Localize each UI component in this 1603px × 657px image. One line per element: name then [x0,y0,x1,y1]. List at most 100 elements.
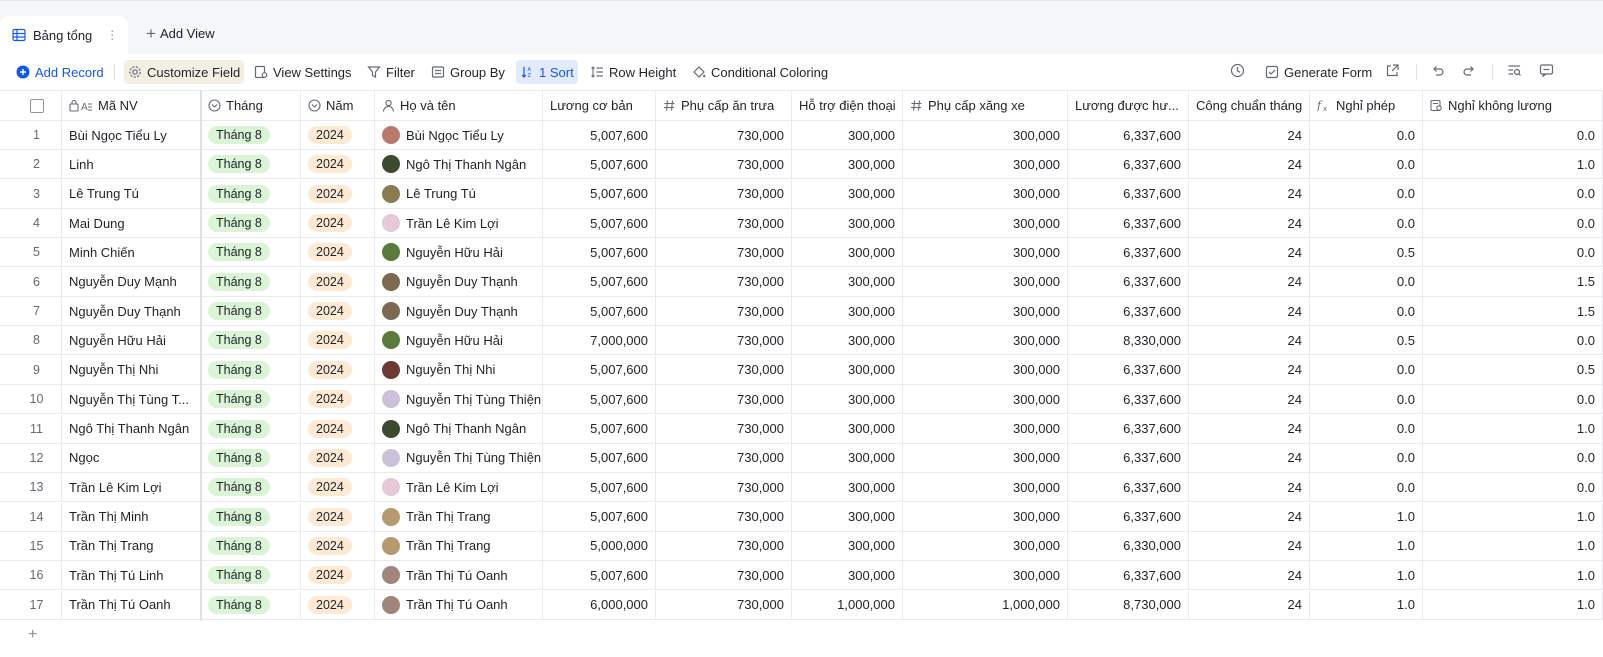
cell-cong_chuan[interactable]: 24 [1189,590,1310,619]
cell-ma_nv[interactable]: Minh Chiến [62,238,201,267]
cell-phu_cap_an[interactable]: 730,000 [656,326,792,355]
cell-ho_ten[interactable]: Nguyễn Thị Tùng Thiện [375,443,543,472]
cell-nghi_phep[interactable]: 0.0 [1310,473,1423,502]
cell-nam[interactable]: 2024 [301,473,375,502]
cell-luong_duoc[interactable]: 8,330,000 [1068,326,1189,355]
cell-luong_co_ban[interactable]: 5,007,600 [543,414,656,443]
cell-phu_cap_xang[interactable]: 300,000 [903,238,1068,267]
column-header-ho_tro_dt[interactable]: Hỗ trợ điện thoại [792,91,903,120]
cell-thang[interactable]: Tháng 8 [201,150,301,179]
cell-ma_nv[interactable]: Mai Dung [62,209,201,238]
cell-phu_cap_an[interactable]: 730,000 [656,590,792,619]
cell-phu_cap_xang[interactable]: 1,000,000 [903,590,1068,619]
search-records-button[interactable] [1507,61,1522,83]
cell-ma_nv[interactable]: Nguyễn Thị Tùng T... [62,385,201,414]
cell-thang[interactable]: Tháng 8 [201,326,301,355]
cell-phu_cap_xang[interactable]: 300,000 [903,326,1068,355]
cell-ma_nv[interactable]: Lê Trung Tú [62,179,201,208]
cell-ho_tro_dt[interactable]: 300,000 [792,502,903,531]
column-header-luong_co_ban[interactable]: Lương cơ bản [543,91,656,120]
cell-nam[interactable]: 2024 [301,150,375,179]
cell-phu_cap_an[interactable]: 730,000 [656,531,792,560]
cell-cong_chuan[interactable]: 24 [1189,443,1310,472]
cell-thang[interactable]: Tháng 8 [201,561,301,590]
cell-nghi_khong_luong[interactable]: 0.0 [1423,209,1603,238]
cell-thang[interactable]: Tháng 8 [201,443,301,472]
cell-nghi_phep[interactable]: 1.0 [1310,561,1423,590]
cell-nghi_khong_luong[interactable]: 1.0 [1423,561,1603,590]
cell-phu_cap_xang[interactable]: 300,000 [903,385,1068,414]
cell-luong_co_ban[interactable]: 5,007,600 [543,179,656,208]
cell-cong_chuan[interactable]: 24 [1189,473,1310,502]
cell-luong_co_ban[interactable]: 7,000,000 [543,326,656,355]
table-row[interactable]: 1 Bùi Ngọc Tiểu Ly Tháng 8 2024 Bùi Ngọc Tiể… [0,121,1603,150]
cell-luong_co_ban[interactable]: 5,007,600 [543,443,656,472]
cell-ho_ten[interactable]: Trần Lê Kim Lợi [375,473,543,502]
cell-luong_duoc[interactable]: 6,337,600 [1068,502,1189,531]
cell-luong_duoc[interactable]: 6,337,600 [1068,355,1189,384]
cell-nghi_khong_luong[interactable]: 1.5 [1423,267,1603,296]
cell-ma_nv[interactable]: Ngô Thị Thanh Ngân [62,414,201,443]
cell-ho_tro_dt[interactable]: 300,000 [792,531,903,560]
column-header-ma_nv[interactable]: A Mã NV [62,91,201,120]
cell-luong_co_ban[interactable]: 5,007,600 [543,473,656,502]
cell-phu_cap_an[interactable]: 730,000 [656,443,792,472]
generate-form-button[interactable]: Generate Form [1265,61,1372,83]
column-header-phu_cap_an[interactable]: Phụ cấp ăn trưa [656,91,792,120]
undo-button[interactable] [1430,61,1445,83]
cell-luong_co_ban[interactable]: 5,007,600 [543,297,656,326]
filter-button[interactable]: Filter [363,60,419,84]
cell-ma_nv[interactable]: Nguyễn Thị Nhi [62,355,201,384]
cell-nghi_khong_luong[interactable]: 1.5 [1423,297,1603,326]
cell-phu_cap_xang[interactable]: 300,000 [903,150,1068,179]
table-row[interactable]: 13 Trần Lê Kim Lợi Tháng 8 2024 Trần Lê Kim … [0,473,1603,503]
cell-phu_cap_an[interactable]: 730,000 [656,473,792,502]
cell-ho_ten[interactable]: Trần Thị Tú Oanh [375,590,543,619]
cell-thang[interactable]: Tháng 8 [201,238,301,267]
cell-luong_co_ban[interactable]: 5,007,600 [543,209,656,238]
column-header-thang[interactable]: Tháng [201,91,301,120]
cell-phu_cap_xang[interactable]: 300,000 [903,443,1068,472]
cell-luong_duoc[interactable]: 6,337,600 [1068,179,1189,208]
cell-phu_cap_xang[interactable]: 300,000 [903,209,1068,238]
cell-ho_tro_dt[interactable]: 300,000 [792,238,903,267]
cell-nam[interactable]: 2024 [301,385,375,414]
cell-ho_tro_dt[interactable]: 1,000,000 [792,590,903,619]
column-header-cong_chuan[interactable]: Công chuẩn tháng [1189,91,1310,120]
cell-ma_nv[interactable]: Nguyễn Duy Mạnh [62,267,201,296]
table-row[interactable]: 10 Nguyễn Thị Tùng T... Tháng 8 2024 Nguyễn … [0,385,1603,415]
cell-thang[interactable]: Tháng 8 [201,414,301,443]
cell-ho_tro_dt[interactable]: 300,000 [792,385,903,414]
cell-nghi_phep[interactable]: 0.0 [1310,150,1423,179]
cell-nghi_phep[interactable]: 0.0 [1310,355,1423,384]
cell-ho_ten[interactable]: Trần Thị Tú Oanh [375,561,543,590]
cell-nghi_phep[interactable]: 0.0 [1310,209,1423,238]
cell-nghi_phep[interactable]: 1.0 [1310,502,1423,531]
cell-ho_tro_dt[interactable]: 300,000 [792,297,903,326]
table-row[interactable]: 15 Trần Thị Trang Tháng 8 2024 Trần Thị Tran… [0,531,1603,561]
cell-nghi_khong_luong[interactable]: 0.0 [1423,179,1603,208]
cell-luong_co_ban[interactable]: 5,007,600 [543,502,656,531]
cell-phu_cap_an[interactable]: 730,000 [656,502,792,531]
cell-phu_cap_an[interactable]: 730,000 [656,267,792,296]
cell-ho_ten[interactable]: Nguyễn Duy Thạnh [375,297,543,326]
cell-cong_chuan[interactable]: 24 [1189,267,1310,296]
cell-ho_ten[interactable]: Bùi Ngọc Tiểu Ly [375,121,543,149]
tab-bang-tong[interactable]: Bảng tổng ⋮ [0,16,128,54]
cell-nam[interactable]: 2024 [301,443,375,472]
more-vertical-icon[interactable]: ⋮ [106,28,118,42]
cell-ma_nv[interactable]: Trần Thị Minh [62,502,201,531]
cell-nghi_phep[interactable]: 0.0 [1310,121,1423,149]
cell-thang[interactable]: Tháng 8 [201,590,301,619]
cell-ho_ten[interactable]: Ngô Thị Thanh Ngân [375,414,543,443]
history-button[interactable] [1230,61,1245,83]
cell-nam[interactable]: 2024 [301,179,375,208]
cell-ma_nv[interactable]: Trần Thị Trang [62,531,201,560]
table-row[interactable]: 5 Minh Chiến Tháng 8 2024 Nguyễn Hữu Hải 5,00… [0,238,1603,268]
cell-phu_cap_an[interactable]: 730,000 [656,297,792,326]
cell-ma_nv[interactable]: Trần Thị Tú Oanh [62,590,201,619]
cell-thang[interactable]: Tháng 8 [201,297,301,326]
cell-ma_nv[interactable]: Bùi Ngọc Tiểu Ly [62,121,201,149]
cell-nam[interactable]: 2024 [301,531,375,560]
column-header-luong_duoc[interactable]: Lương được hư... [1068,91,1189,120]
